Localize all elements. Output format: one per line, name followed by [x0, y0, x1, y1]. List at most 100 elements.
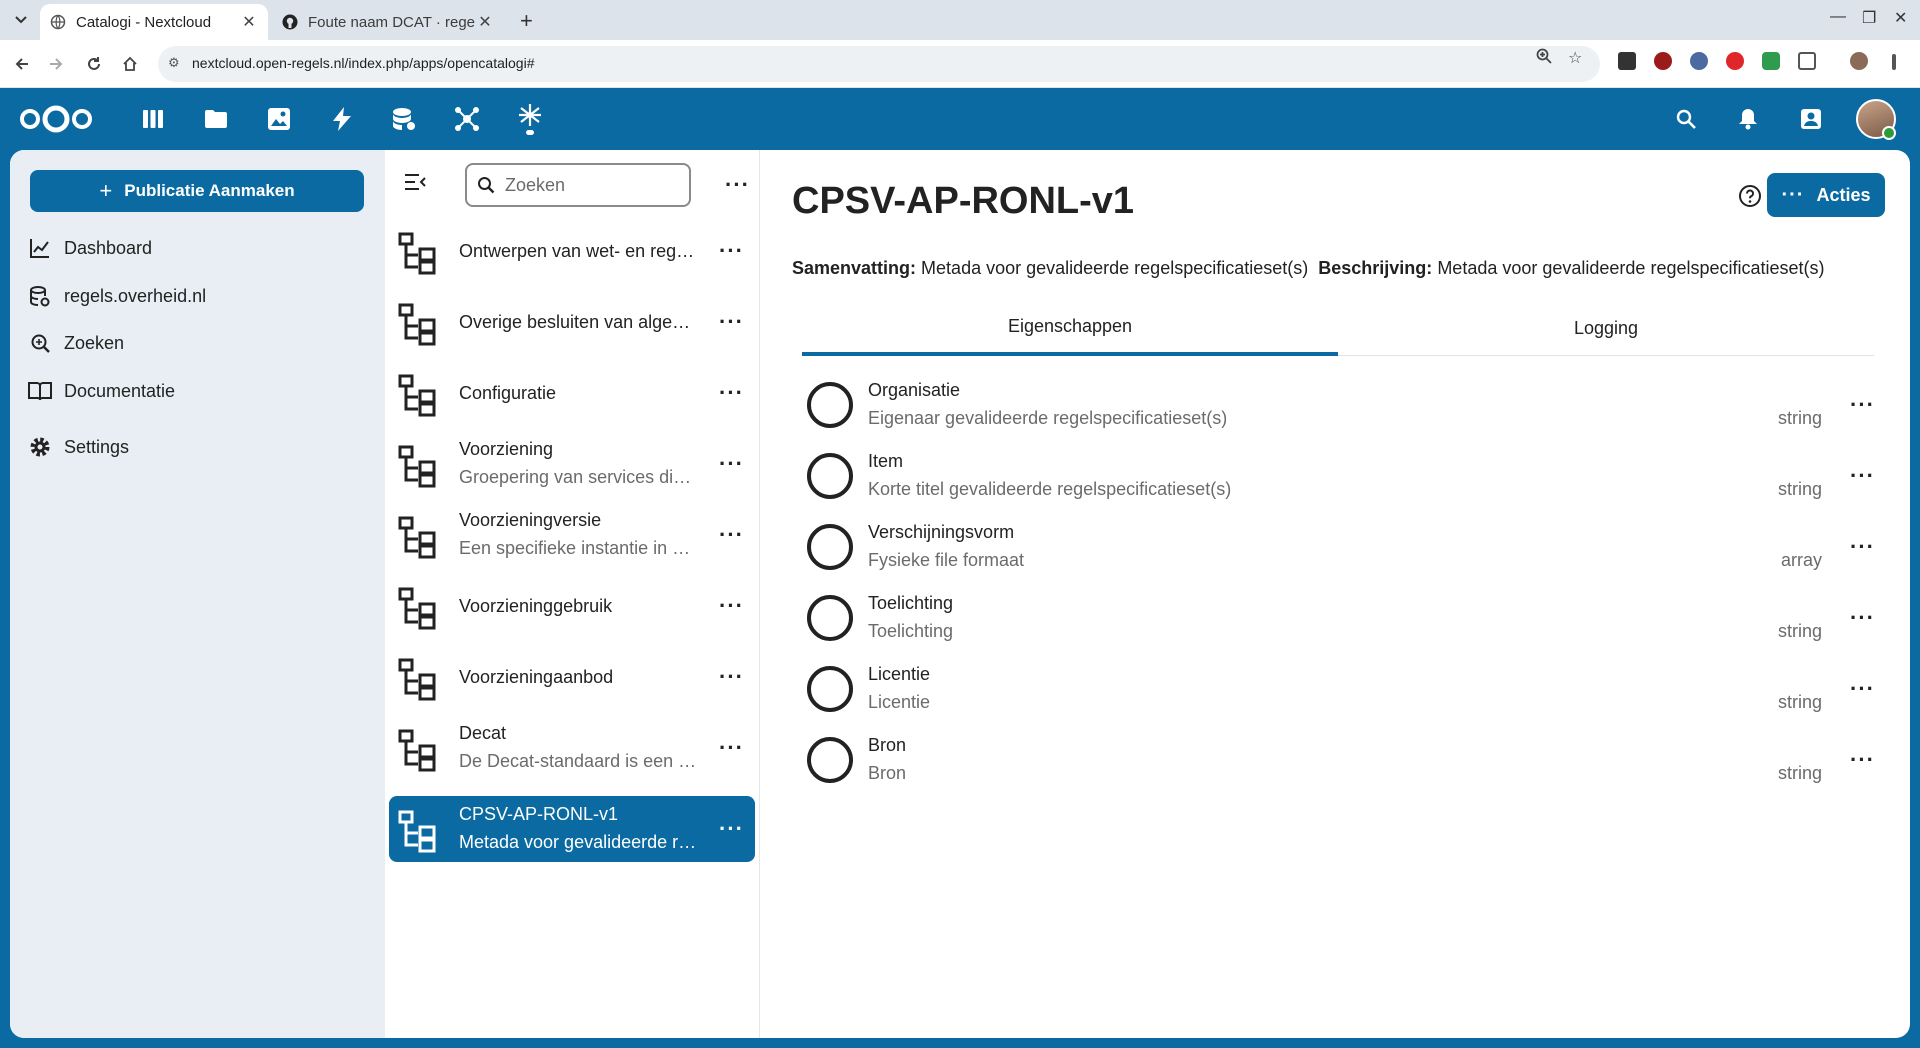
- reload-icon[interactable]: [80, 50, 108, 78]
- network-app-icon[interactable]: [453, 105, 481, 133]
- nav-item-label: regels.overheid.nl: [64, 285, 207, 306]
- help-icon[interactable]: [1738, 184, 1762, 208]
- list-item[interactable]: Voorzieningversie Een specifieke instant…: [389, 502, 755, 568]
- property-more-actions-icon[interactable]: ···: [1850, 465, 1875, 487]
- chart-icon: [26, 234, 54, 262]
- activity-app-icon[interactable]: [328, 105, 356, 133]
- list-item-title: Overige besluiten van algemene strekking: [459, 312, 699, 332]
- item-more-actions-icon[interactable]: ···: [719, 240, 744, 262]
- list-item-title: Voorzieningaanbod: [459, 667, 614, 687]
- item-more-actions-icon[interactable]: ···: [719, 311, 744, 333]
- dashboard-app-icon[interactable]: [139, 105, 167, 133]
- shield-icon[interactable]: [1762, 52, 1780, 70]
- ublock-icon[interactable]: [1654, 52, 1672, 70]
- tab-title: Foute naam DCAT · regel: [308, 13, 476, 31]
- files-app-icon[interactable]: [202, 105, 230, 133]
- restore-icon[interactable]: ❐: [1862, 8, 1876, 28]
- property-row[interactable]: Licentie Licentie string ···: [802, 656, 1882, 722]
- property-more-actions-icon[interactable]: ···: [1850, 394, 1875, 416]
- extension-icon[interactable]: [1690, 52, 1708, 70]
- contacts-icon[interactable]: [1797, 105, 1825, 133]
- list-item[interactable]: Voorzieninggebruik ···: [389, 573, 755, 639]
- zoom-icon[interactable]: [1536, 48, 1552, 69]
- search-icon[interactable]: [1672, 105, 1700, 133]
- schema-tree-icon: [398, 303, 436, 346]
- property-row[interactable]: Item Korte titel gevalideerde regelspeci…: [802, 443, 1882, 509]
- property-row[interactable]: Toelichting Toelichting string ···: [802, 585, 1882, 651]
- new-tab-icon[interactable]: +: [520, 8, 533, 34]
- list-item[interactable]: Ontwerpen van wet- en regelgeving ···: [389, 218, 755, 284]
- close-tab-icon[interactable]: ✕: [476, 12, 494, 32]
- description-label: Beschrijving:: [1318, 258, 1433, 278]
- item-more-actions-icon[interactable]: ···: [719, 524, 744, 546]
- nav-item-settings[interactable]: Settings: [26, 427, 366, 467]
- forward-icon[interactable]: [42, 50, 70, 78]
- property-more-actions-icon[interactable]: ···: [1850, 536, 1875, 558]
- nav-item-label: Documentatie: [64, 380, 176, 401]
- bookmark-star-icon[interactable]: ☆: [1568, 48, 1582, 68]
- search-icon: [478, 177, 495, 194]
- list-item[interactable]: Voorzieningaanbod ···: [389, 644, 755, 710]
- circle-icon: [807, 595, 853, 641]
- tab-search-chevron-icon[interactable]: [10, 9, 32, 31]
- nextcloud-logo[interactable]: [18, 103, 94, 135]
- site-settings-icon[interactable]: ⚙: [168, 55, 180, 71]
- actions-button[interactable]: ··· Acties: [1767, 173, 1885, 217]
- item-more-actions-icon[interactable]: ···: [719, 818, 744, 840]
- create-publication-button[interactable]: + Publicatie Aanmaken: [30, 170, 364, 212]
- browser-tab-catalogi[interactable]: Catalogi - Nextcloud ✕: [40, 4, 268, 40]
- browser-tab-github[interactable]: Foute naam DCAT · regel ✕: [272, 4, 504, 40]
- property-more-actions-icon[interactable]: ···: [1850, 749, 1875, 771]
- property-more-actions-icon[interactable]: ···: [1850, 607, 1875, 629]
- list-item-selected[interactable]: CPSV-AP-RONL-v1 Metada voor gevalideerde…: [389, 796, 755, 862]
- item-more-actions-icon[interactable]: ···: [719, 595, 744, 617]
- close-tab-icon[interactable]: ✕: [240, 12, 258, 32]
- profile-avatar[interactable]: [1850, 52, 1868, 70]
- item-more-actions-icon[interactable]: ···: [719, 737, 744, 759]
- toggle-navigation-icon[interactable]: [403, 170, 427, 194]
- circle-icon: [807, 382, 853, 428]
- property-type: string: [1777, 692, 1822, 712]
- search-zoom-icon: [26, 329, 54, 357]
- extension-icon[interactable]: [1618, 52, 1636, 70]
- schema-tree-icon: [398, 232, 436, 275]
- summary-value: Metada voor gevalideerde regelspecificat…: [921, 258, 1309, 278]
- minimize-icon[interactable]: —: [1830, 8, 1846, 26]
- item-more-actions-icon[interactable]: ···: [719, 666, 744, 688]
- list-more-actions-icon[interactable]: ···: [725, 174, 750, 196]
- list-item-title: Configuratie: [459, 383, 557, 403]
- nav-item-documentatie[interactable]: Documentatie: [26, 371, 366, 411]
- list-item[interactable]: Overige besluiten van algemene strekking…: [389, 289, 755, 355]
- nav-item-zoeken[interactable]: Zoeken: [26, 323, 366, 363]
- property-row[interactable]: Organisatie Eigenaar gevalideerde regels…: [802, 372, 1882, 438]
- list-item[interactable]: Decat De Decat-standaard is een uitbreid…: [389, 715, 755, 781]
- property-row[interactable]: Verschijningsvorm Fysieke file formaat a…: [802, 514, 1882, 580]
- opera-icon[interactable]: [1726, 52, 1744, 70]
- item-more-actions-icon[interactable]: ···: [719, 453, 744, 475]
- nav-item-regels-overheid[interactable]: regels.overheid.nl: [26, 276, 366, 316]
- list-item[interactable]: Voorziening Groepering van services die …: [389, 431, 755, 497]
- property-more-actions-icon[interactable]: ···: [1850, 678, 1875, 700]
- database-app-icon[interactable]: [390, 105, 418, 133]
- back-icon[interactable]: [8, 50, 36, 78]
- puzzle-icon[interactable]: [1798, 52, 1816, 70]
- tab-logging[interactable]: Logging: [1338, 300, 1874, 356]
- photos-app-icon[interactable]: [265, 105, 293, 133]
- summary-label: Samenvatting:: [792, 258, 917, 278]
- notifications-bell-icon[interactable]: [1734, 105, 1762, 133]
- nav-item-dashboard[interactable]: Dashboard: [26, 228, 366, 268]
- list-item[interactable]: Configuratie ···: [389, 360, 755, 426]
- property-description: Bron: [868, 763, 907, 783]
- kebab-menu-icon[interactable]: [1892, 54, 1896, 70]
- tab-eigenschappen[interactable]: Eigenschappen: [802, 300, 1338, 356]
- browser-tab-bar: Catalogi - Nextcloud ✕ Foute naam DCAT ·…: [0, 0, 1920, 40]
- item-more-actions-icon[interactable]: ···: [719, 382, 744, 404]
- home-icon[interactable]: [116, 50, 144, 78]
- search-field[interactable]: [465, 163, 691, 207]
- address-bar[interactable]: ⚙ nextcloud.open-regels.nl/index.php/app…: [158, 46, 1600, 82]
- opencatalogi-app-icon[interactable]: [516, 104, 544, 135]
- list-item-title: Ontwerpen van wet- en regelgeving: [459, 241, 699, 261]
- close-window-icon[interactable]: ✕: [1894, 8, 1907, 28]
- search-input[interactable]: [505, 171, 685, 199]
- property-row[interactable]: Bron Bron string ···: [802, 727, 1882, 793]
